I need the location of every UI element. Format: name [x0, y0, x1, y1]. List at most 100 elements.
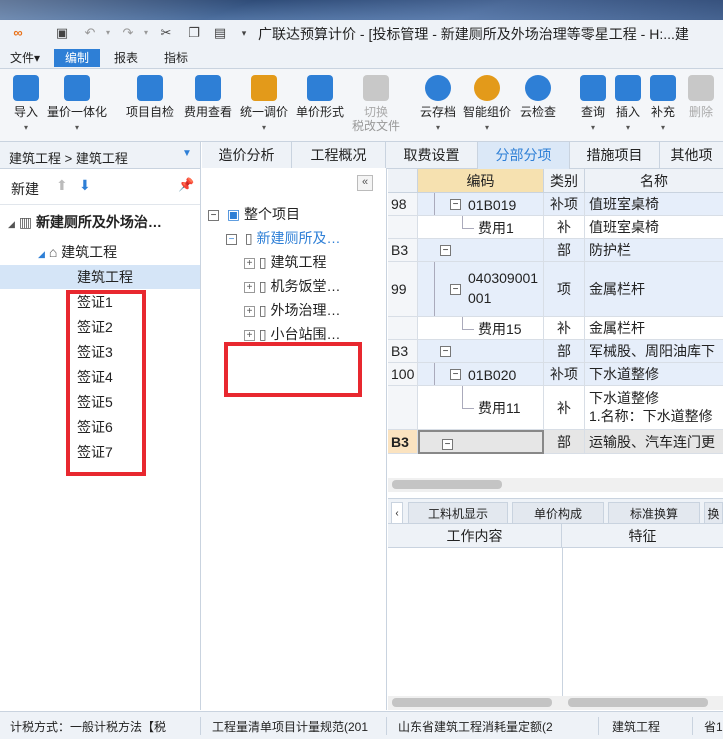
row-seq[interactable]: [388, 317, 418, 340]
row-name[interactable]: 下水道整修 1.名称：下水道整修: [585, 386, 723, 430]
row-name[interactable]: 金属栏杆: [585, 262, 723, 317]
tree-whole-project[interactable]: − ▣ 整个项目: [208, 202, 300, 226]
smart-pricing-button[interactable]: 智能组价 ▾: [460, 75, 514, 133]
collapse-arrow-icon[interactable]: ◢: [38, 249, 45, 259]
menu-file[interactable]: 文件▾: [2, 49, 48, 67]
paste-icon[interactable]: ▤: [210, 23, 230, 43]
row-code[interactable]: 费用1: [418, 216, 544, 239]
row-seq[interactable]: 99: [388, 262, 418, 317]
row-seq[interactable]: [388, 386, 418, 430]
row-name[interactable]: 防护栏: [585, 239, 723, 262]
collapse-pane-button[interactable]: «: [357, 175, 373, 191]
row-seq[interactable]: 100: [388, 363, 418, 386]
import-button[interactable]: 导入 ▾: [8, 75, 44, 133]
cloud-archive-button[interactable]: 云存档 ▾: [418, 75, 458, 133]
row-code[interactable]: 费用11: [418, 386, 544, 430]
tree-single-project[interactable]: ◢ ⌂ 建筑工程: [38, 240, 117, 264]
row-name[interactable]: 值班室桌椅: [585, 216, 723, 239]
expand-icon[interactable]: +: [244, 305, 255, 317]
row-type[interactable]: 部: [544, 430, 585, 454]
scrollbar-thumb[interactable]: [392, 480, 502, 489]
row-type[interactable]: 补: [544, 317, 585, 340]
row-code[interactable]: 费用15: [418, 317, 544, 340]
column-header-type[interactable]: 类别: [544, 169, 585, 193]
supplement-button[interactable]: 补充 ▾: [648, 75, 678, 133]
undo-dropdown-icon[interactable]: ▾: [98, 23, 118, 43]
tab-other-items[interactable]: 其他项: [660, 142, 723, 169]
tab-fee-settings[interactable]: 取费设置: [386, 142, 478, 169]
tab-unit-price-composition[interactable]: 单价构成: [512, 502, 604, 524]
row-name[interactable]: 运输股、汽车连门更: [585, 430, 723, 454]
collapse-icon[interactable]: −: [450, 199, 461, 210]
table-horizontal-scrollbar[interactable]: [388, 478, 723, 492]
tab-standard-conversion[interactable]: 标准换算: [608, 502, 700, 524]
breadcrumb-dropdown-icon[interactable]: ▼: [182, 148, 192, 159]
delete-button[interactable]: 删除: [686, 75, 716, 119]
tab-project-overview[interactable]: 工程概况: [292, 142, 386, 169]
menu-edit[interactable]: 编制: [54, 49, 100, 67]
cloud-check-button[interactable]: 云检查: [518, 75, 558, 119]
collapse-icon[interactable]: −: [450, 284, 461, 295]
expand-icon[interactable]: +: [244, 257, 255, 269]
row-seq[interactable]: B3: [388, 430, 418, 454]
tree-project-node[interactable]: − ▯ 新建厕所及…: [226, 226, 341, 250]
menu-report[interactable]: 报表: [106, 49, 146, 67]
row-code[interactable]: −01B019: [418, 193, 544, 216]
expand-icon[interactable]: +: [244, 329, 255, 341]
row-code[interactable]: −: [418, 239, 544, 262]
row-seq[interactable]: B3: [388, 239, 418, 262]
project-self-check-button[interactable]: 项目自检: [124, 75, 176, 119]
column-header-name[interactable]: 名称: [585, 169, 723, 193]
redo-dropdown-icon[interactable]: ▾: [136, 23, 156, 43]
tab-conversion-info[interactable]: 换: [704, 502, 723, 524]
insert-button[interactable]: 插入 ▾: [613, 75, 643, 133]
row-type[interactable]: 补: [544, 386, 585, 430]
new-button[interactable]: 新建: [11, 179, 39, 199]
move-down-icon[interactable]: ⬇: [79, 177, 91, 194]
row-code[interactable]: −: [418, 340, 544, 363]
expand-icon[interactable]: +: [244, 281, 255, 293]
copy-icon[interactable]: ❐: [184, 23, 204, 43]
unit-price-form-button[interactable]: 单价形式: [294, 75, 346, 119]
row-name[interactable]: 下水道整修: [585, 363, 723, 386]
menu-index[interactable]: 指标: [156, 49, 196, 67]
collapse-icon[interactable]: −: [226, 233, 237, 245]
row-seq[interactable]: B3: [388, 340, 418, 363]
cut-icon[interactable]: ✂: [156, 23, 176, 43]
row-type[interactable]: 项: [544, 262, 585, 317]
tab-division-items[interactable]: 分部分项: [478, 142, 570, 169]
tree-unit-item[interactable]: + ▯ 外场治理…: [244, 298, 341, 322]
bottom-horizontal-scrollbar[interactable]: [388, 696, 723, 710]
row-seq[interactable]: [388, 216, 418, 239]
column-header-code[interactable]: 编码: [418, 169, 544, 193]
scroll-left-icon[interactable]: ‹: [391, 502, 403, 524]
tree-unit-item[interactable]: + ▯ 机务饭堂…: [244, 274, 341, 298]
quantity-price-integration-button[interactable]: 量价一体化 ▾: [46, 75, 108, 133]
customize-dropdown-icon[interactable]: ▾: [234, 23, 254, 43]
collapse-icon[interactable]: −: [440, 245, 451, 256]
tab-labor-material-display[interactable]: 工料机显示: [408, 502, 508, 524]
row-code[interactable]: −: [418, 430, 544, 454]
move-up-icon[interactable]: ⬆: [56, 177, 68, 194]
save-icon[interactable]: ▣: [52, 23, 72, 43]
tree-unit-selected[interactable]: 建筑工程: [0, 265, 200, 289]
row-type[interactable]: 补项: [544, 363, 585, 386]
row-name[interactable]: 金属栏杆: [585, 317, 723, 340]
row-name[interactable]: 军械股、周阳油库下: [585, 340, 723, 363]
row-type[interactable]: 补: [544, 216, 585, 239]
row-code[interactable]: −01B020: [418, 363, 544, 386]
switch-tax-file-button[interactable]: 切换 税改文件: [350, 75, 402, 133]
pin-icon[interactable]: 📌: [178, 177, 194, 193]
tree-root-project[interactable]: ◢ ▥ 新建厕所及外场治…: [8, 210, 162, 234]
unified-price-adjust-button[interactable]: 统一调价 ▾: [238, 75, 290, 133]
undo-icon[interactable]: ↶: [80, 23, 100, 43]
tab-cost-analysis[interactable]: 造价分析: [202, 142, 292, 169]
row-name[interactable]: 值班室桌椅: [585, 193, 723, 216]
query-button[interactable]: 查询 ▾: [578, 75, 608, 133]
collapse-arrow-icon[interactable]: ◢: [8, 219, 15, 229]
cost-view-button[interactable]: 费用查看: [182, 75, 234, 119]
row-type[interactable]: 部: [544, 239, 585, 262]
row-seq[interactable]: 98: [388, 193, 418, 216]
redo-icon[interactable]: ↷: [118, 23, 138, 43]
collapse-icon[interactable]: −: [440, 346, 451, 357]
